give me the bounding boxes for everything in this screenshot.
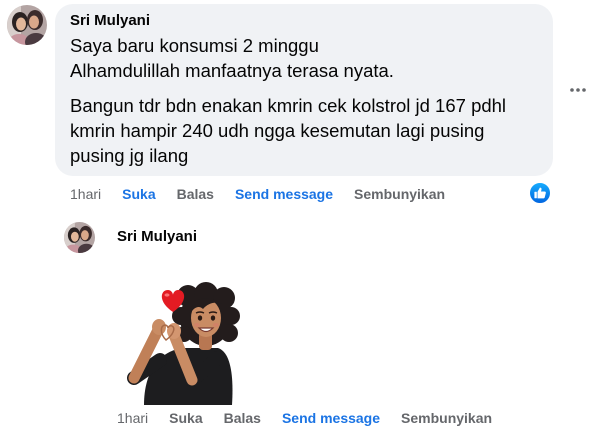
like-reaction-icon[interactable] — [528, 181, 552, 205]
comment-thread: Sri Mulyani Saya baru konsumsi 2 minggu … — [0, 0, 600, 426]
comment-paragraph: Bangun tdr bdn enakan kmrin cek kolstrol… — [70, 93, 538, 168]
like-button[interactable]: Suka — [169, 410, 202, 426]
comment-text-line: Saya baru konsumsi 2 minggu — [70, 35, 319, 56]
reply-author-name[interactable]: Sri Mulyani — [117, 228, 197, 246]
heart-hands-avatar-sticker — [118, 278, 240, 408]
more-options-icon[interactable] — [567, 85, 589, 95]
comment-actions: 1hari Suka Balas Send message Sembunyika… — [70, 186, 445, 202]
hide-button[interactable]: Sembunyikan — [401, 410, 492, 426]
comment-timestamp[interactable]: 1hari — [70, 186, 101, 202]
comment-text-line: kmrin hampir 240 udh ngga kesemutan lagi… — [70, 120, 485, 141]
reply-timestamp[interactable]: 1hari — [117, 410, 148, 426]
comment-text: Saya baru konsumsi 2 minggu Alhamdulilla… — [70, 33, 538, 168]
like-button[interactable]: Suka — [122, 186, 155, 202]
commenter-avatar[interactable] — [7, 5, 47, 45]
send-message-button[interactable]: Send message — [282, 410, 380, 426]
comment-text-line: pusing jg ilang — [70, 145, 189, 166]
profile-photo-icon — [7, 5, 47, 45]
hide-button[interactable]: Sembunyikan — [354, 186, 445, 202]
profile-photo-icon — [64, 222, 95, 253]
reply-author-avatar[interactable] — [64, 222, 95, 253]
comment-author-name[interactable]: Sri Mulyani — [70, 12, 538, 30]
reply-button[interactable]: Balas — [224, 410, 261, 426]
reply-button[interactable]: Balas — [177, 186, 214, 202]
comment-paragraph: Saya baru konsumsi 2 minggu Alhamdulilla… — [70, 33, 538, 83]
comment-text-line: Alhamdulillah manfaatnya terasa nyata. — [70, 60, 394, 81]
comment-text-line: Bangun tdr bdn enakan kmrin cek kolstrol… — [70, 95, 507, 116]
comment-bubble: Sri Mulyani Saya baru konsumsi 2 minggu … — [55, 4, 553, 176]
send-message-button[interactable]: Send message — [235, 186, 333, 202]
reply-actions: 1hari Suka Balas Send message Sembunyika… — [117, 410, 492, 426]
